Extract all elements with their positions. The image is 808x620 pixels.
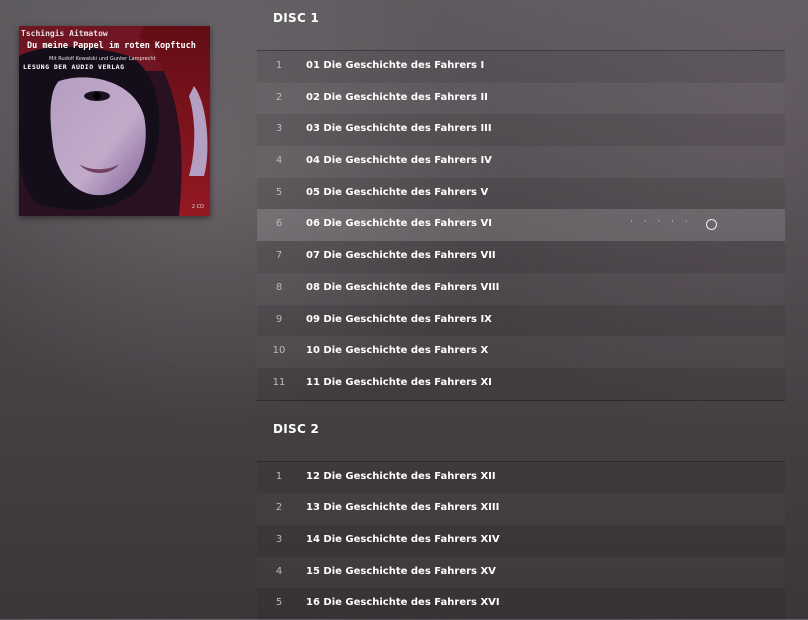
track-number: 10 [272, 345, 286, 357]
track-title: 12 Die Geschichte des Fahrers XII [306, 470, 496, 482]
track-number: 3 [275, 123, 283, 135]
track-title: 13 Die Geschichte des Fahrers XIII [306, 502, 500, 514]
track-number: 4 [275, 155, 283, 167]
album-badge: 2 CD [191, 204, 204, 210]
album-label-text: LESUNG DER AUDIO VERLAG [23, 63, 125, 71]
disc-title: DISC 2 [273, 421, 320, 436]
track-number: 2 [275, 91, 283, 103]
track-row[interactable]: 9 09 Die Geschichte des Fahrers IX [257, 304, 785, 337]
track-title: 05 Die Geschichte des Fahrers V [306, 186, 489, 198]
disc-title: DISC 1 [273, 11, 320, 25]
track-number: 2 [275, 502, 283, 514]
track-title: 06 Die Geschichte des Fahrers VI [306, 218, 492, 230]
album-title-text: Du meine Pappel im roten Kopftuch [27, 41, 196, 51]
track-row[interactable]: 2 02 Die Geschichte des Fahrers II [257, 83, 785, 115]
track-title: 01 Die Geschichte des Fahrers I [306, 60, 485, 71]
album-art-image [19, 26, 210, 216]
track-title: 10 Die Geschichte des Fahrers X [306, 345, 489, 357]
disc-header: DISC 1 [257, 0, 785, 51]
track-number: 7 [275, 250, 283, 262]
track-title: 09 Die Geschichte des Fahrers IX [306, 313, 492, 325]
disc-header: DISC 2 [257, 399, 785, 462]
track-row[interactable]: 1 01 Die Geschichte des Fahrers I [257, 51, 785, 83]
track-title: 14 Die Geschichte des Fahrers XIV [306, 533, 500, 545]
track-number: 1 [275, 60, 283, 71]
track-row[interactable]: 1 12 Die Geschichte des Fahrers XII [257, 461, 785, 494]
track-number: 6 [275, 218, 283, 230]
track-number: 1 [275, 470, 283, 482]
track-title: 03 Die Geschichte des Fahrers III [306, 123, 492, 135]
album-author-text: Tschingis Aitmatow [21, 29, 108, 38]
track-title: 15 Die Geschichte des Fahrers XV [306, 565, 496, 577]
track-title: 02 Die Geschichte des Fahrers II [306, 91, 488, 103]
track-row[interactable]: 10 10 Die Geschichte des Fahrers X [257, 336, 785, 368]
track-number: 4 [275, 565, 283, 577]
track-number: 9 [275, 313, 283, 325]
track-list: DISC 1 1 01 Die Geschichte des Fahrers I … [257, 0, 785, 620]
track-row-hovered[interactable]: 6 06 Die Geschichte des Fahrers VI · · ·… [257, 209, 785, 242]
track-row[interactable]: 2 13 Die Geschichte des Fahrers XIII [257, 493, 785, 525]
track-number: 11 [272, 376, 286, 388]
more-dots-icon[interactable]: · · · · · [630, 217, 692, 227]
track-row[interactable]: 7 07 Die Geschichte des Fahrers VII [257, 241, 785, 273]
track-row[interactable]: 11 11 Die Geschichte des Fahrers XI [257, 367, 785, 400]
track-title: 16 Die Geschichte des Fahrers XVI [306, 597, 500, 609]
circle-icon[interactable] [706, 219, 717, 231]
track-number: 5 [275, 186, 283, 198]
track-row[interactable]: 4 04 Die Geschichte des Fahrers IV [257, 146, 785, 178]
track-row[interactable]: 5 05 Die Geschichte des Fahrers V [257, 177, 785, 210]
track-row[interactable]: 3 14 Die Geschichte des Fahrers XIV [257, 524, 785, 557]
track-number: 3 [275, 533, 283, 545]
album-credit-text: Mit Rudolf Kowalski und Gunter Lamprecht [49, 56, 156, 62]
track-title: 04 Die Geschichte des Fahrers IV [306, 155, 492, 167]
disc-1-tracks: 1 01 Die Geschichte des Fahrers I 2 02 Die… [257, 51, 785, 400]
track-row[interactable]: 5 16 Die Geschichte des Fahrers XVI [257, 588, 785, 620]
album-art[interactable]: Tschingis Aitmatow Du meine Pappel im ro… [19, 26, 210, 216]
track-row[interactable]: 8 08 Die Geschichte des Fahrers VIII [257, 273, 785, 305]
disc-2-tracks: 1 12 Die Geschichte des Fahrers XII 2 13 D… [257, 461, 785, 620]
track-title: 07 Die Geschichte des Fahrers VII [306, 250, 496, 262]
track-title: 11 Die Geschichte des Fahrers XI [306, 376, 492, 388]
track-title: 08 Die Geschichte des Fahrers VIII [306, 281, 500, 293]
track-row[interactable]: 4 15 Die Geschichte des Fahrers XV [257, 557, 785, 589]
track-number: 5 [275, 597, 283, 609]
track-row[interactable]: 3 03 Die Geschichte des Fahrers III [257, 114, 785, 147]
track-number: 8 [275, 281, 283, 293]
